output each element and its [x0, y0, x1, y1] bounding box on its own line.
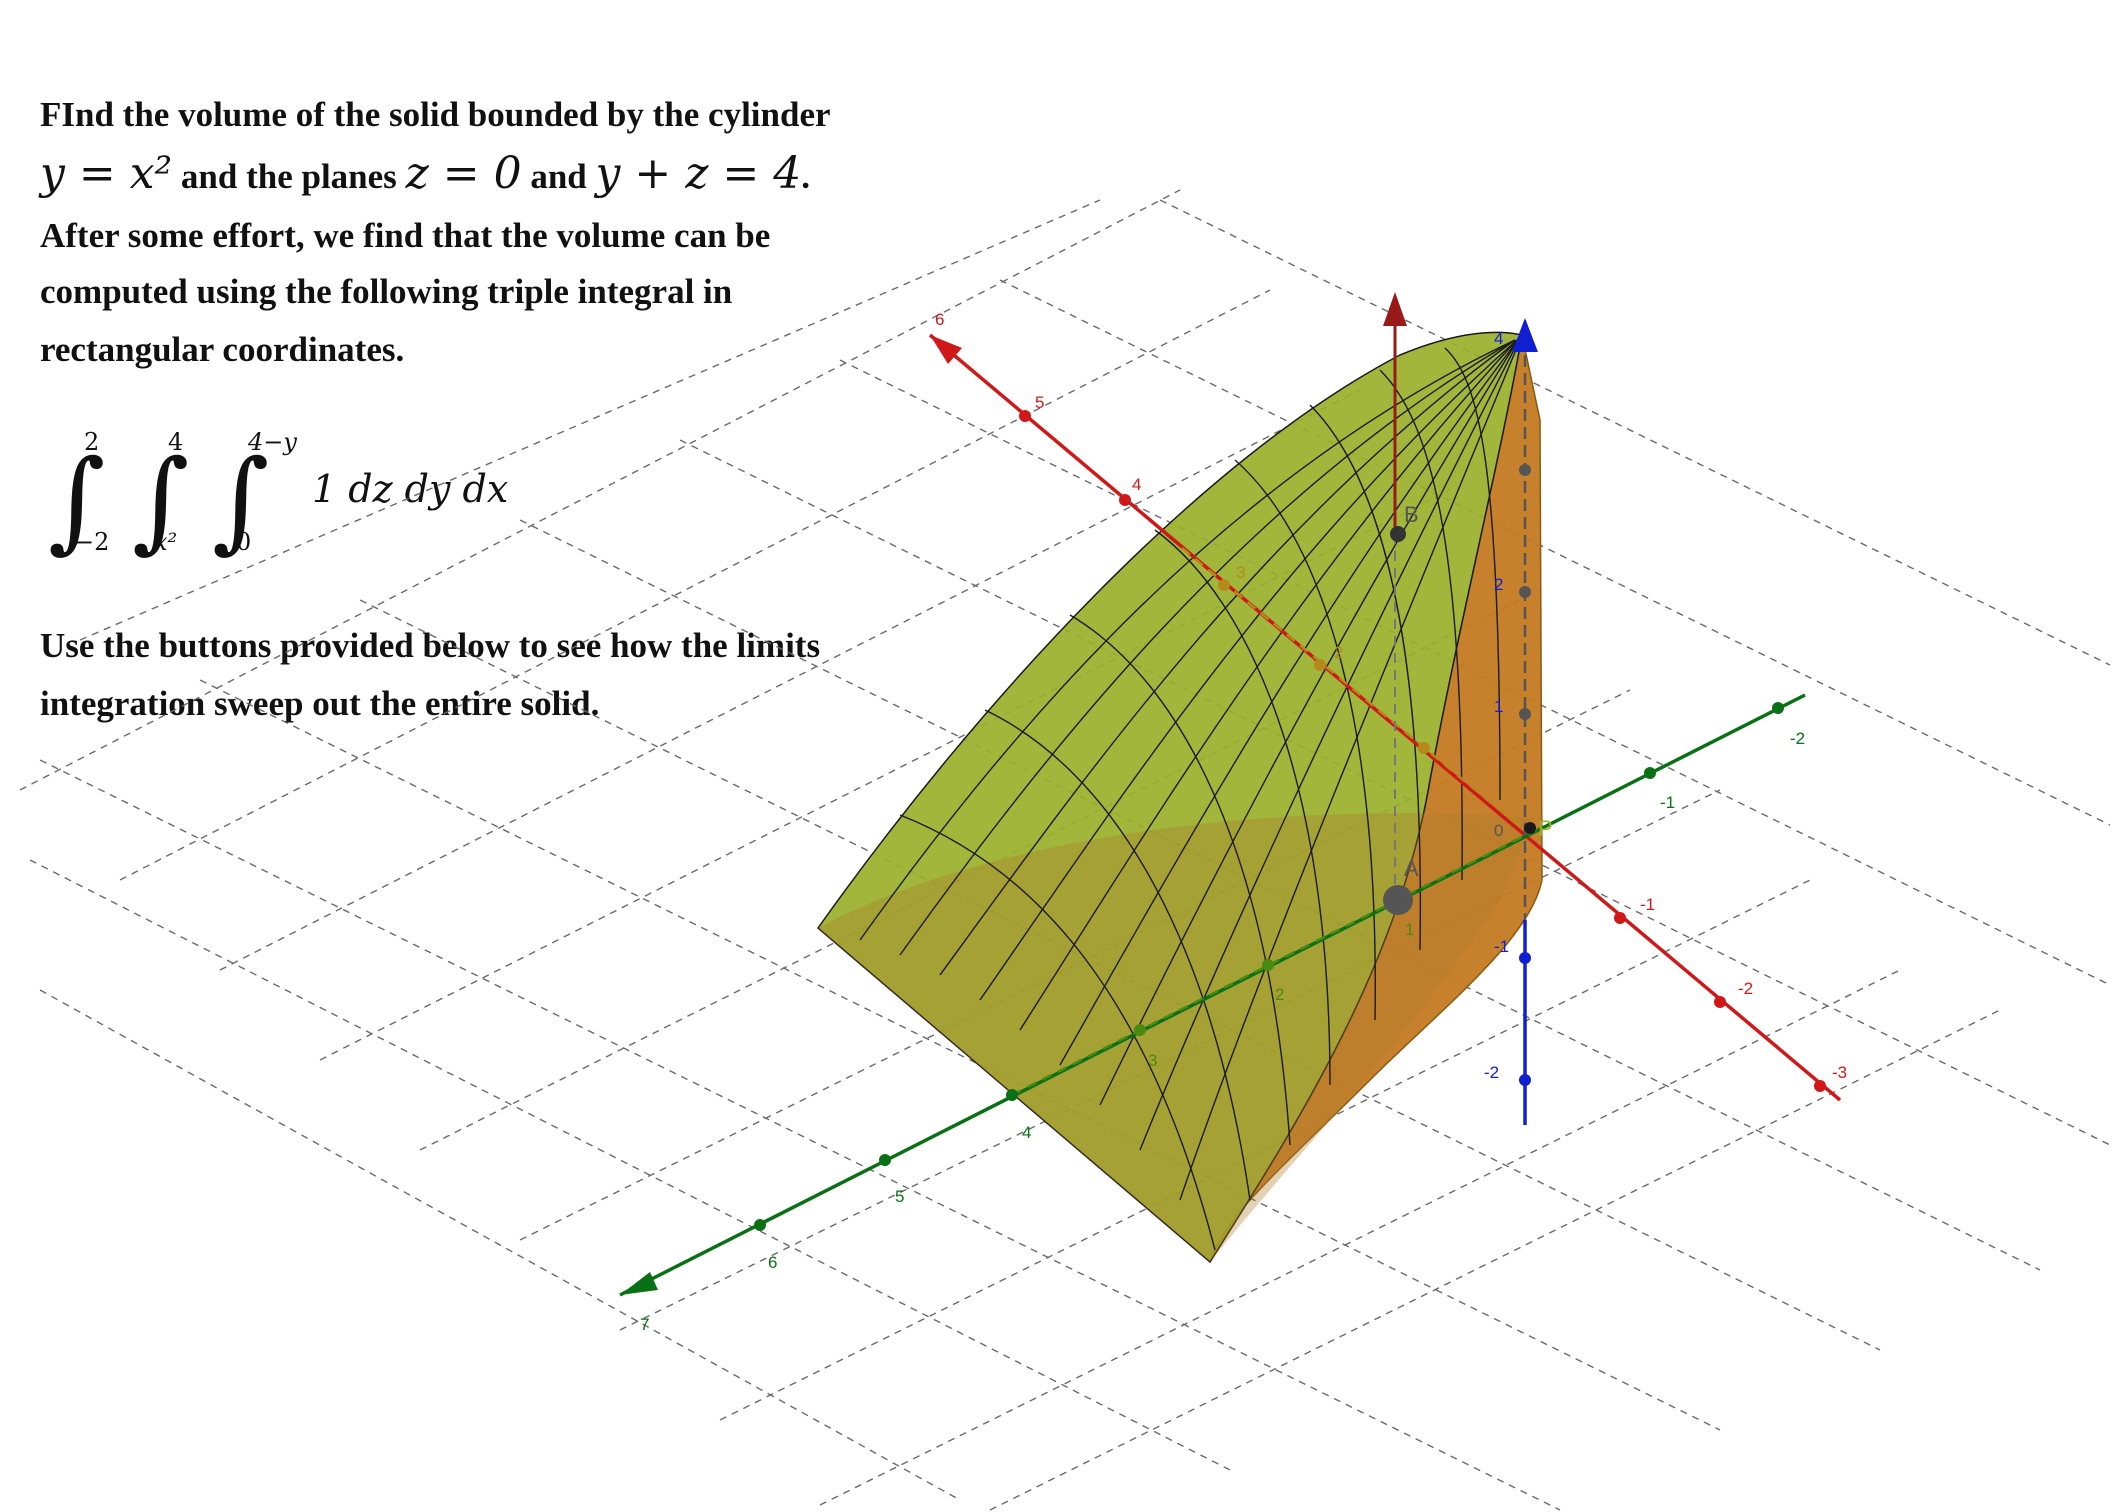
graphics-3d-view[interactable]: 6 5 4 -1 -2 -3 3 2 -2 -1 4 5 6 7 1 2 3 4… [0, 0, 2120, 1512]
y-tick-3: 3 [1148, 1051, 1157, 1070]
label-origin: 0 [1494, 821, 1503, 840]
x-tick-neg1: -1 [1640, 895, 1655, 914]
y-tick-1: 1 [1405, 920, 1414, 939]
z-tick-4: 4 [1494, 329, 1503, 348]
point-A[interactable] [1383, 885, 1413, 915]
origin-point[interactable] [1524, 822, 1536, 834]
z-tick-1: 1 [1494, 697, 1503, 716]
z-tick-neg1: -1 [1494, 937, 1509, 956]
x-tick-3: 3 [1236, 563, 1245, 582]
point-B[interactable] [1390, 526, 1406, 542]
label-P: P [1538, 816, 1553, 841]
y-tick-neg1: -1 [1660, 793, 1675, 812]
x-tick-neg3: -3 [1832, 1063, 1847, 1082]
x-tick-6: 6 [935, 310, 944, 329]
x-tick-2: 2 [1334, 643, 1343, 662]
x-tick-5: 5 [1035, 393, 1044, 412]
y-tick-5: 5 [895, 1187, 904, 1206]
label-B: B [1404, 502, 1419, 527]
y-tick-6: 6 [768, 1253, 777, 1272]
y-tick-7: 7 [640, 1315, 649, 1334]
y-tick-neg2: -2 [1790, 729, 1805, 748]
z-tick-2: 2 [1494, 575, 1503, 594]
x-tick-4: 4 [1132, 475, 1141, 494]
label-A: A [1404, 856, 1419, 881]
y-tick-2: 2 [1275, 985, 1284, 1004]
z-tick-neg2: -2 [1484, 1063, 1499, 1082]
y-tick-4: 4 [1022, 1123, 1031, 1142]
x-tick-neg2: -2 [1738, 979, 1753, 998]
